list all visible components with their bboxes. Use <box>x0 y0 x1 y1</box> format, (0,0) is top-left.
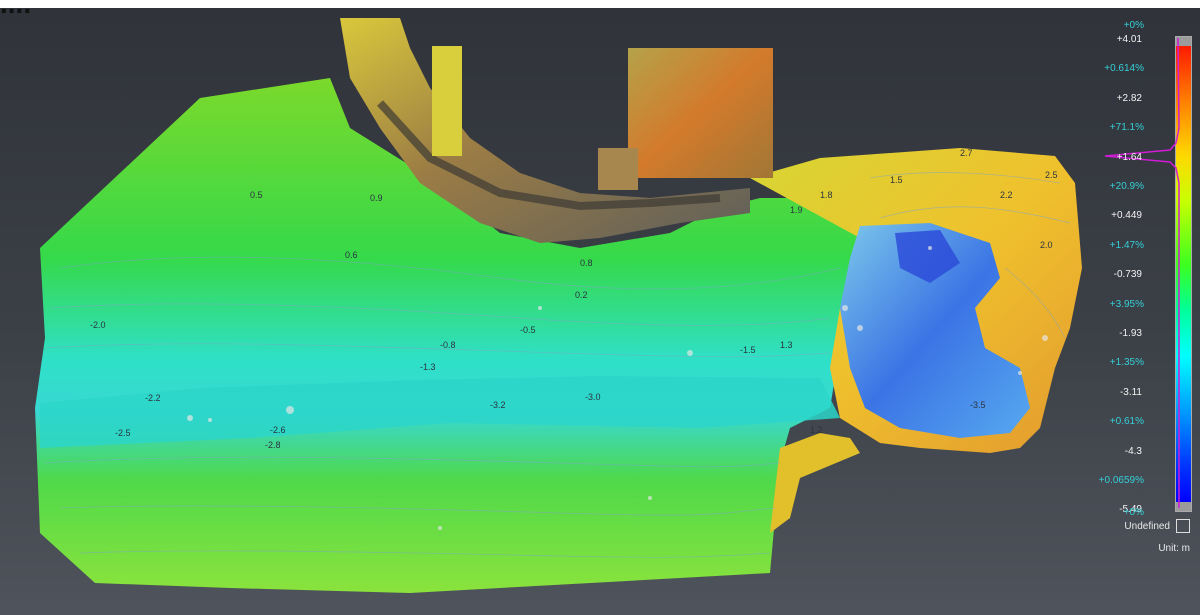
scale-percent-label: +3.95% <box>1109 298 1144 310</box>
contour-label: -3.5 <box>970 400 986 410</box>
scale-value-label: -3.11 <box>1119 386 1142 398</box>
contour-label: 0.9 <box>370 193 383 203</box>
contour-label: 0.5 <box>250 190 263 200</box>
contour-label: -2.8 <box>265 440 281 450</box>
contour-label: -2.5 <box>115 428 131 438</box>
scale-percent-label: +20.9% <box>1109 181 1144 192</box>
point-cloud-viewport[interactable]: 2.7 2.5 2.2 2.0 1.9 1.8 1.5 1.3 1.2 0.9 … <box>0 8 1200 615</box>
lower-strip <box>770 433 860 533</box>
contour-label: -1.5 <box>740 345 756 355</box>
contour-label: -3.0 <box>585 392 601 402</box>
scale-bottom-percent: +0% <box>1123 507 1144 518</box>
contour-label: 2.2 <box>1000 190 1013 200</box>
contour-label: 2.0 <box>1040 240 1053 250</box>
contour-label: -1.3 <box>420 362 436 372</box>
contour-label: 1.5 <box>890 175 903 185</box>
contour-label: 1.3 <box>780 340 793 350</box>
structure-roof <box>628 48 773 178</box>
scale-percent-label: +0.614% <box>1104 63 1144 75</box>
contour-label: -2.2 <box>145 393 161 403</box>
scale-value-label: -0.739 <box>1113 269 1142 281</box>
contour-label: -0.8 <box>440 340 456 350</box>
scale-value-label: -4.3 <box>1124 445 1142 457</box>
header-fragment: .... <box>0 0 1200 14</box>
contour-label: -0.5 <box>520 325 536 335</box>
contour-label: 2.5 <box>1045 170 1058 180</box>
scale-value-label: +2.82 <box>1116 92 1142 104</box>
scale-percent-label: +71.1% <box>1109 122 1144 134</box>
undefined-label: Undefined <box>1124 520 1170 532</box>
undefined-color-swatch[interactable] <box>1176 519 1190 533</box>
contour-label: 0.2 <box>575 290 588 300</box>
unit-label: Unit: m <box>1158 543 1190 554</box>
contour-label: 0.8 <box>580 258 593 268</box>
contour-label: 1.9 <box>790 205 803 215</box>
scale-percent-label: +0.61% <box>1109 416 1144 428</box>
scale-value-label: +0.449 <box>1111 210 1142 222</box>
contour-label: 1.8 <box>820 190 833 200</box>
contour-label: -2.6 <box>270 425 286 435</box>
contour-label: 2.7 <box>960 148 973 158</box>
structure-block <box>598 148 638 190</box>
contour-label: -2.0 <box>90 320 106 330</box>
scale-value-label: +4.01 <box>1116 34 1142 45</box>
contour-label: 0.6 <box>345 250 358 260</box>
scale-value-label: +1.64 <box>1116 151 1142 163</box>
contour-label: 1.2 <box>810 425 823 435</box>
scale-percent-label: +1.35% <box>1109 357 1144 369</box>
scale-value-label: -1.93 <box>1119 328 1142 339</box>
scale-percent-label: +1.47% <box>1109 239 1144 251</box>
contour-label: -3.2 <box>490 400 506 410</box>
scale-percent-label: +0.0659% <box>1098 475 1144 486</box>
left-wall <box>432 46 462 156</box>
terrain-point-cloud[interactable]: 2.7 2.5 2.2 2.0 1.9 1.8 1.5 1.3 1.2 0.9 … <box>0 8 1200 615</box>
undefined-toggle[interactable]: Undefined <box>1124 519 1190 533</box>
